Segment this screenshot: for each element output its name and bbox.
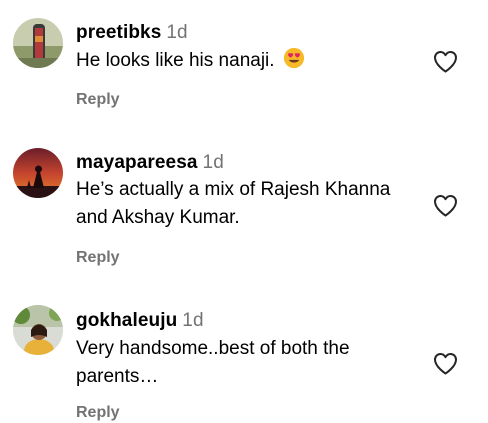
username-text[interactable]: preetibks [76, 22, 161, 43]
comment-body: He looks like his nanaji. [76, 50, 275, 71]
avatar-image [13, 18, 63, 68]
comment-username[interactable]: preetibks 1d [76, 21, 188, 45]
reply-button[interactable]: Reply [76, 403, 120, 423]
comment-item: gokhaleuju 1d Very handsome..best of both… [0, 290, 488, 421]
comment-text: He looks like his nanaji. [76, 47, 421, 75]
avatar-image [13, 148, 63, 198]
comment-age: 1d [166, 22, 188, 43]
avatar[interactable] [13, 148, 63, 198]
like-heart-icon[interactable] [433, 50, 458, 73]
comment-text: Very handsome..best of both the parents… [76, 335, 421, 391]
comment-item: mayapareesa 1d He’s actually a mix of Raj… [0, 130, 488, 290]
heart-eyes-emoji-icon [283, 47, 304, 69]
avatar[interactable] [13, 18, 63, 68]
comment-username[interactable]: mayapareesa 1d [76, 151, 224, 175]
reply-button[interactable]: Reply [76, 90, 120, 110]
reply-button[interactable]: Reply [76, 248, 120, 268]
username-text[interactable]: mayapareesa [76, 152, 198, 173]
comment-age: 1d [182, 310, 204, 331]
avatar-image [13, 305, 63, 355]
like-heart-icon[interactable] [433, 352, 458, 375]
avatar[interactable] [13, 305, 63, 355]
comment-body: Very handsome..best of both the parents… [76, 338, 350, 387]
comment-age: 1d [202, 152, 224, 173]
comment-text: He’s actually a mix of Rajesh Khanna and… [76, 176, 421, 232]
comment-body: He’s actually a mix of Rajesh Khanna and… [76, 179, 391, 228]
comment-item: preetibks 1d He looks like his nanaji. Re… [0, 0, 488, 130]
like-heart-icon[interactable] [433, 194, 458, 217]
comment-username[interactable]: gokhaleuju 1d [76, 309, 204, 333]
username-text[interactable]: gokhaleuju [76, 310, 177, 331]
